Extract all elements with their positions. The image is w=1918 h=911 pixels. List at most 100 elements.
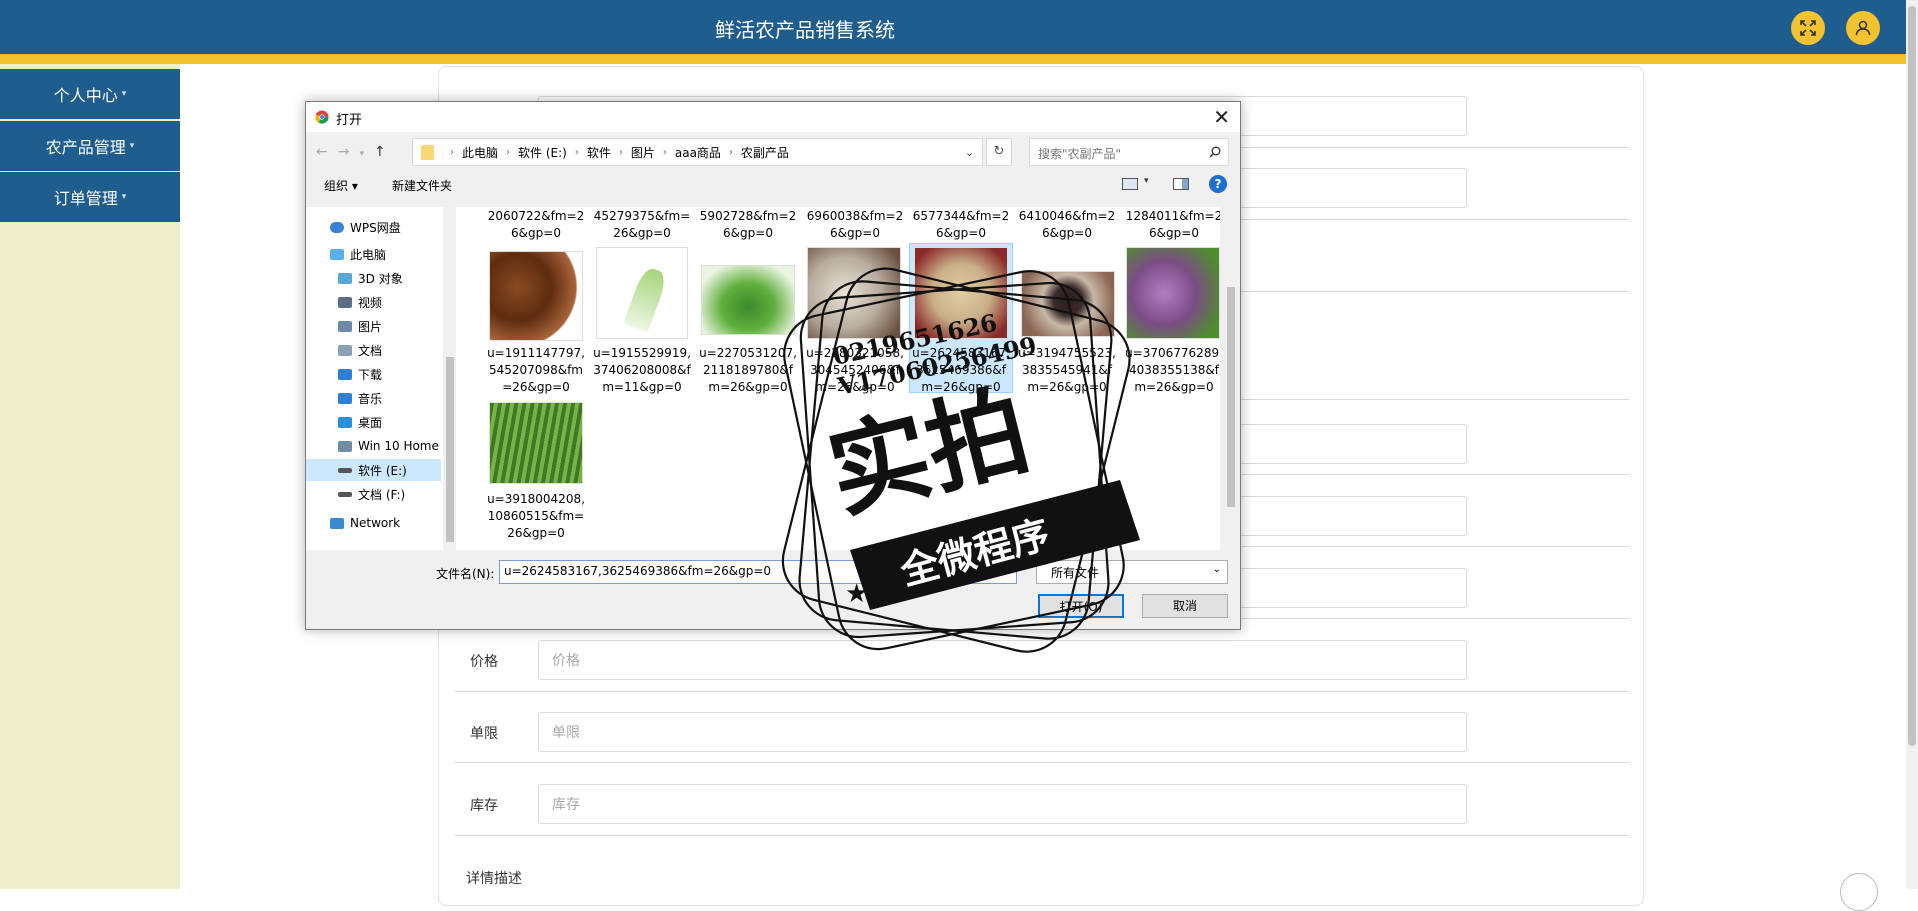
file-list-scrollbar[interactable] (1224, 207, 1238, 550)
nav-item-drive-e[interactable]: 软件 (E:) (306, 459, 441, 481)
up-arrow-icon[interactable]: ↑ (374, 144, 396, 160)
nav-item-drive-f[interactable]: 文档 (F:) (338, 483, 405, 505)
file-name: u=2624583167, 3625469386&f m=26&gp=0 (912, 346, 1010, 394)
recent-dropdown-icon[interactable]: ▾ (359, 149, 374, 159)
price-label: 价格 (470, 654, 498, 670)
nav-item-label: 3D 对象 (358, 271, 403, 286)
thumbnail-chestnut[interactable] (489, 251, 583, 341)
nav-item-wps[interactable]: WPS网盘 (330, 216, 401, 238)
breadcrumb-item[interactable]: 软件 (587, 144, 611, 161)
network-icon (330, 517, 344, 529)
filetype-select[interactable]: 所有文件 ⌄ (1036, 560, 1228, 584)
nav-item-desktop[interactable]: 桌面 (338, 411, 382, 433)
nav-item-network[interactable]: Network (330, 512, 400, 534)
file-tile[interactable]: u=2280321058, 3045452406&f m=26&gp=0 (805, 345, 905, 396)
nav-item-label: Network (350, 516, 401, 530)
file-tile-selected[interactable]: u=2624583167, 3625469386&f m=26&gp=0 (911, 345, 1011, 396)
divider (454, 835, 1629, 836)
breadcrumb-item[interactable]: 此电脑 (462, 144, 498, 161)
file-tile[interactable]: u=14207... ,3566960038&fm=26&gp=0 (805, 207, 905, 241)
forward-arrow-icon[interactable]: → (338, 144, 360, 160)
divider (454, 762, 1629, 763)
nav-item-downloads[interactable]: 下载 (338, 363, 382, 385)
dialog-toolbar: 组织 ▾ 新建文件夹 ▾ ? (306, 170, 1240, 200)
caret-down-icon: ▾ (129, 141, 135, 151)
view-options-icon[interactable] (1122, 178, 1138, 190)
breadcrumb-separator-icon: › (574, 146, 579, 158)
file-tile[interactable]: u=3194755523, 3835545941&f m=26&gp=0 (1017, 345, 1117, 396)
dialog-title: 打开 (336, 113, 363, 128)
file-tile[interactable]: u=1911147797, 545207098&fm =26&gp=0 (486, 345, 586, 396)
back-to-top-button[interactable] (1840, 873, 1878, 911)
price-input[interactable]: 价格 (538, 640, 1467, 680)
open-button[interactable]: 打开(O) (1038, 594, 1124, 618)
thumbnail-peanut[interactable] (914, 247, 1008, 339)
thumbnail-beans[interactable] (807, 247, 901, 339)
file-tile[interactable]: u=2270531207, 2118189780&f m=26&gp=0 (698, 345, 798, 396)
nav-item-3d[interactable]: 3D 对象 (338, 267, 403, 289)
refresh-icon[interactable]: ↻ (986, 138, 1012, 166)
thumbnail-plum[interactable] (1126, 247, 1220, 339)
thumbnail-long-beans[interactable] (489, 402, 583, 484)
nav-item-win10[interactable]: Win 10 Home (338, 435, 439, 457)
cancel-button[interactable]: 取消 (1142, 594, 1228, 618)
nav-item-pictures[interactable]: 图片 (338, 315, 382, 337)
thumbnail-greens[interactable] (701, 265, 795, 335)
file-tile[interactable]: u=19297... ,3516577344&fm=26&gp=0 (911, 207, 1011, 241)
picture-icon (338, 320, 352, 332)
breadcrumb-item[interactable]: 软件 (E:) (518, 144, 567, 161)
view-dropdown-icon[interactable]: ▾ (1144, 176, 1149, 186)
nav-item-label: 桌面 (358, 415, 383, 430)
sidebar-item-order-management[interactable]: 订单管理 ▾ (0, 172, 180, 222)
breadcrumb-separator-icon: › (450, 146, 454, 158)
close-icon[interactable]: ✕ (1213, 105, 1230, 129)
page-scrollbar-thumb[interactable] (1908, 6, 1916, 746)
sidebar-item-personal-center[interactable]: 个人中心 ▾ (0, 69, 180, 119)
search-input[interactable]: 搜索"农副产品" (1029, 138, 1229, 166)
nav-item-documents[interactable]: 文档 (338, 339, 382, 361)
fullscreen-icon[interactable] (1791, 11, 1825, 45)
nav-pane-scrollbar[interactable] (443, 207, 457, 550)
nav-item-video[interactable]: 视频 (338, 291, 382, 313)
file-tile[interactable]: u=1915529919, 37406208008&f m=11&gp=0 (592, 345, 692, 396)
file-tile[interactable]: u=384977... ,3745279375&fm=26&gp=0 (592, 207, 692, 241)
file-tile[interactable]: u=16579... ,4116410046&fm=26&gp=0 (1017, 207, 1117, 241)
nav-item-this-pc[interactable]: 此电脑 (330, 243, 386, 265)
address-dropdown-icon[interactable]: ⌄ (965, 146, 974, 159)
thumbnail-dates[interactable] (1021, 271, 1115, 337)
address-bar[interactable]: › 此电脑 › 软件 (E:) › 软件 › 图片 › aaa商品 › 农副产品… (412, 138, 983, 166)
thumbnail-cabbage[interactable] (596, 247, 688, 339)
file-name: u=3918004208, 10860515&fm= 26&gp=0 (487, 492, 585, 540)
file-list-scrollbar-thumb[interactable] (1227, 287, 1235, 507)
limit-input[interactable]: 单限 (538, 712, 1467, 752)
file-name: u=1911147797, 545207098&fm =26&gp=0 (487, 346, 585, 394)
nav-pane-scrollbar-thumb[interactable] (446, 357, 454, 542)
nav-item-music[interactable]: 音乐 (338, 387, 382, 409)
download-icon (338, 368, 352, 380)
user-icon[interactable] (1846, 11, 1880, 45)
breadcrumb-item[interactable]: aaa商品 (675, 144, 721, 161)
sidebar-item-product-management[interactable]: 农产品管理 ▾ (0, 121, 180, 171)
preview-pane-icon[interactable] (1173, 178, 1189, 190)
file-tile[interactable]: u=14999... ,2535902728&fm=26&gp=0 (698, 207, 798, 241)
breadcrumb-item[interactable]: 图片 (631, 144, 655, 161)
dialog-titlebar: 打开 ✕ (306, 102, 1240, 132)
breadcrumb-item[interactable]: 农副产品 (741, 144, 789, 161)
back-arrow-icon[interactable]: ← (316, 144, 338, 160)
help-icon[interactable]: ? (1209, 175, 1227, 193)
app-title: 鲜活农产品销售系统 (715, 18, 895, 42)
filetype-value: 所有文件 (1051, 566, 1100, 580)
file-tile[interactable]: u=467923... ,312060722&fm=26&gp=0 (486, 207, 586, 241)
file-name: u=19297... ,3516577344&fm=26&gp=0 (912, 209, 1010, 240)
nav-item-label: 文档 (F:) (358, 487, 406, 502)
filename-input[interactable]: u=2624583167,3625469386&fm=26&gp=0 (499, 560, 1017, 584)
file-tile[interactable]: u=3706776289, 4038355138&f m=26&gp=0 (1124, 345, 1220, 396)
organize-menu[interactable]: 组织 ▾ (324, 177, 358, 194)
file-tile[interactable]: u=3918004208, 10860515&fm= 26&gp=0 (486, 491, 586, 542)
file-tile[interactable]: u=16801... ,4011284011&fm=26&gp=0 (1124, 207, 1220, 241)
breadcrumb-separator-icon: › (728, 146, 733, 158)
stock-input[interactable]: 库存 (538, 784, 1467, 824)
nav-item-label: 此电脑 (350, 247, 387, 262)
new-folder-button[interactable]: 新建文件夹 (392, 177, 452, 194)
search-icon (1209, 146, 1221, 158)
